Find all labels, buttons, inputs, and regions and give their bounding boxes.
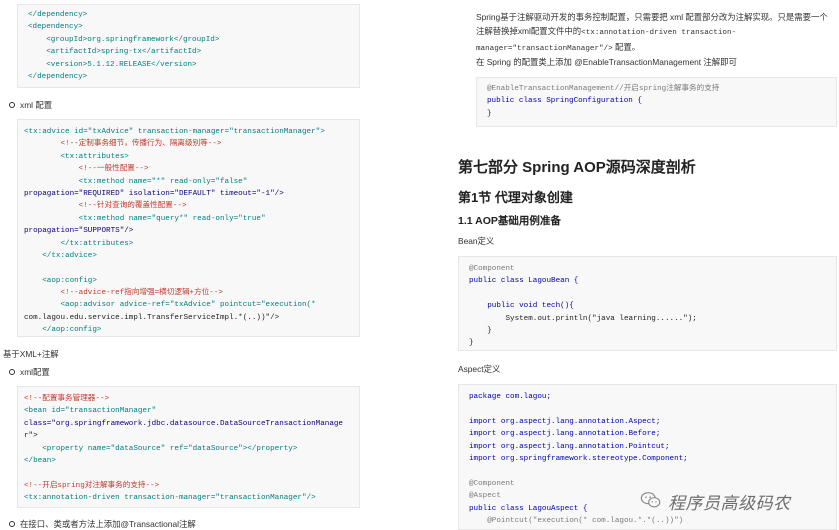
paragraph-xml-annotation: 基于XML+注解 (3, 349, 59, 359)
paragraph-annotation-intro: Spring基于注解驱动开发的事务控制配置，只需要把 xml 配置部分改为注解实… (476, 10, 838, 56)
code-line: <groupId>org.springframework</groupId> (28, 35, 220, 44)
code-line: import org.aspectj.lang.annotation.Befor… (469, 430, 661, 439)
inline-code-1: <tx:annotation-driven transaction- (581, 29, 737, 37)
code-line: </aop:config> (24, 326, 102, 335)
code-line: } (469, 339, 474, 348)
inline-code-2: manager="transactionManager"/> (476, 45, 613, 53)
code-line: <dependency> (28, 23, 83, 32)
code-line: <tx:attributes> (24, 152, 129, 161)
code-line: r"> (24, 432, 38, 441)
code-line: import org.aspectj.lang.annotation.Aspec… (469, 417, 661, 426)
code-line: <tx:annotation-driven transaction-manage… (24, 494, 316, 503)
code-line: com.lagou.edu.service.impl.TransferServi… (24, 313, 280, 322)
code-line: <!--开启spring对注解事务的支持--> (24, 481, 160, 490)
watermark: 程序员高级码农 (640, 483, 835, 523)
code-line: <aop:config> (24, 276, 97, 285)
code-line: <!--advice-ref指向增强=横切逻辑+方位--> (24, 289, 223, 298)
code-line: </dependency> (28, 72, 88, 81)
watermark-text: 程序员高级码农 (668, 494, 791, 513)
bullet-transactional: 在接口、类或者方法上添加@Transactional注解 (9, 519, 196, 529)
code-line: </tx:advice> (24, 251, 97, 260)
code-line: <tx:method name="query*" read-only="true… (24, 214, 266, 223)
code-line: <!--配置事务管理器--> (24, 395, 110, 403)
code-line: @EnableTransactionManagement//开启spring注解… (487, 85, 720, 93)
heading-section-1: 第1节 代理对象创建 (458, 190, 573, 205)
code-line: <tx:method name="*" read-only="false" (24, 177, 248, 186)
code-line: <artifactId>spring-tx</artifactId> (28, 48, 202, 57)
code-line: package com.lagou; (469, 393, 552, 401)
code-line: <!--针对查询的覆盖性配置--> (24, 202, 187, 211)
code-line: <!--定制事务细节，传播行为、隔离级别等--> (24, 140, 222, 149)
code-line: <!--一般性配置--> (24, 165, 149, 174)
code-line: public class LagouBean { (469, 277, 579, 286)
code-line: <version>5.1.12.RELEASE</version> (28, 60, 197, 69)
code-line: } (487, 109, 492, 118)
code-block-transaction-manager: <!--配置事务管理器--> <bean id="transactionManag… (17, 386, 360, 508)
code-line: } (469, 326, 492, 335)
intro-text-2: 注解替换掉xml配置文件中的 (476, 26, 582, 36)
intro-text-3: 配置。 (612, 42, 641, 52)
paragraph-enable-tx: 在 Spring 的配置类上添加 @EnableTransactionManag… (476, 57, 737, 67)
code-line: public class SpringConfiguration { (487, 97, 642, 106)
code-line: System.out.println("java learning......"… (469, 314, 697, 323)
code-line: </tx:attributes> (24, 239, 134, 248)
code-line: class="org.springframework.jdbc.datasour… (24, 419, 343, 428)
code-block-tx-advice: <tx:advice id="txAdvice" transaction-man… (17, 119, 360, 337)
code-block-dependency: </dependency> <dependency> <groupId>org.s… (17, 4, 360, 88)
code-line: <bean id="transactionManager" (24, 407, 157, 416)
code-line: public void tech(){ (469, 302, 574, 311)
code-line: propagation="SUPPORTS"/> (24, 227, 134, 236)
code-line: import org.aspectj.lang.annotation.Point… (469, 442, 670, 451)
heading-part-seven: 第七部分 Spring AOP源码深度剖析 (458, 159, 696, 176)
code-line: <tx:advice id="txAdvice" transaction-man… (24, 128, 325, 136)
bullet-xml-config-2: xml配置 (9, 367, 50, 377)
code-line: propagation="REQUIRED" isolation="DEFAUL… (24, 189, 284, 198)
code-block-spring-config: @EnableTransactionManagement//开启spring注解… (476, 77, 837, 127)
code-line: <aop:advisor advice-ref="txAdvice" point… (24, 301, 316, 310)
code-line: @Component (469, 265, 515, 273)
code-line: </dependency> (28, 11, 88, 19)
code-line: <property name="dataSource" ref="dataSou… (24, 444, 298, 453)
label-bean-definition: Bean定义 (458, 236, 495, 246)
intro-text-1: Spring基于注解驱动开发的事务控制配置，只需要把 xml 配置部分改为注解实… (476, 12, 828, 22)
code-block-lagou-bean: @Component public class LagouBean { publi… (458, 256, 837, 351)
heading-1-1: 1.1 AOP基础用例准备 (458, 215, 561, 227)
bullet-xml-config: xml 配置 (8, 100, 53, 110)
code-line: import org.springframework.stereotype.Co… (469, 454, 688, 463)
wechat-icon (640, 492, 661, 508)
code-line: </bean> (24, 456, 56, 465)
label-aspect-definition: Aspect定义 (458, 364, 501, 374)
